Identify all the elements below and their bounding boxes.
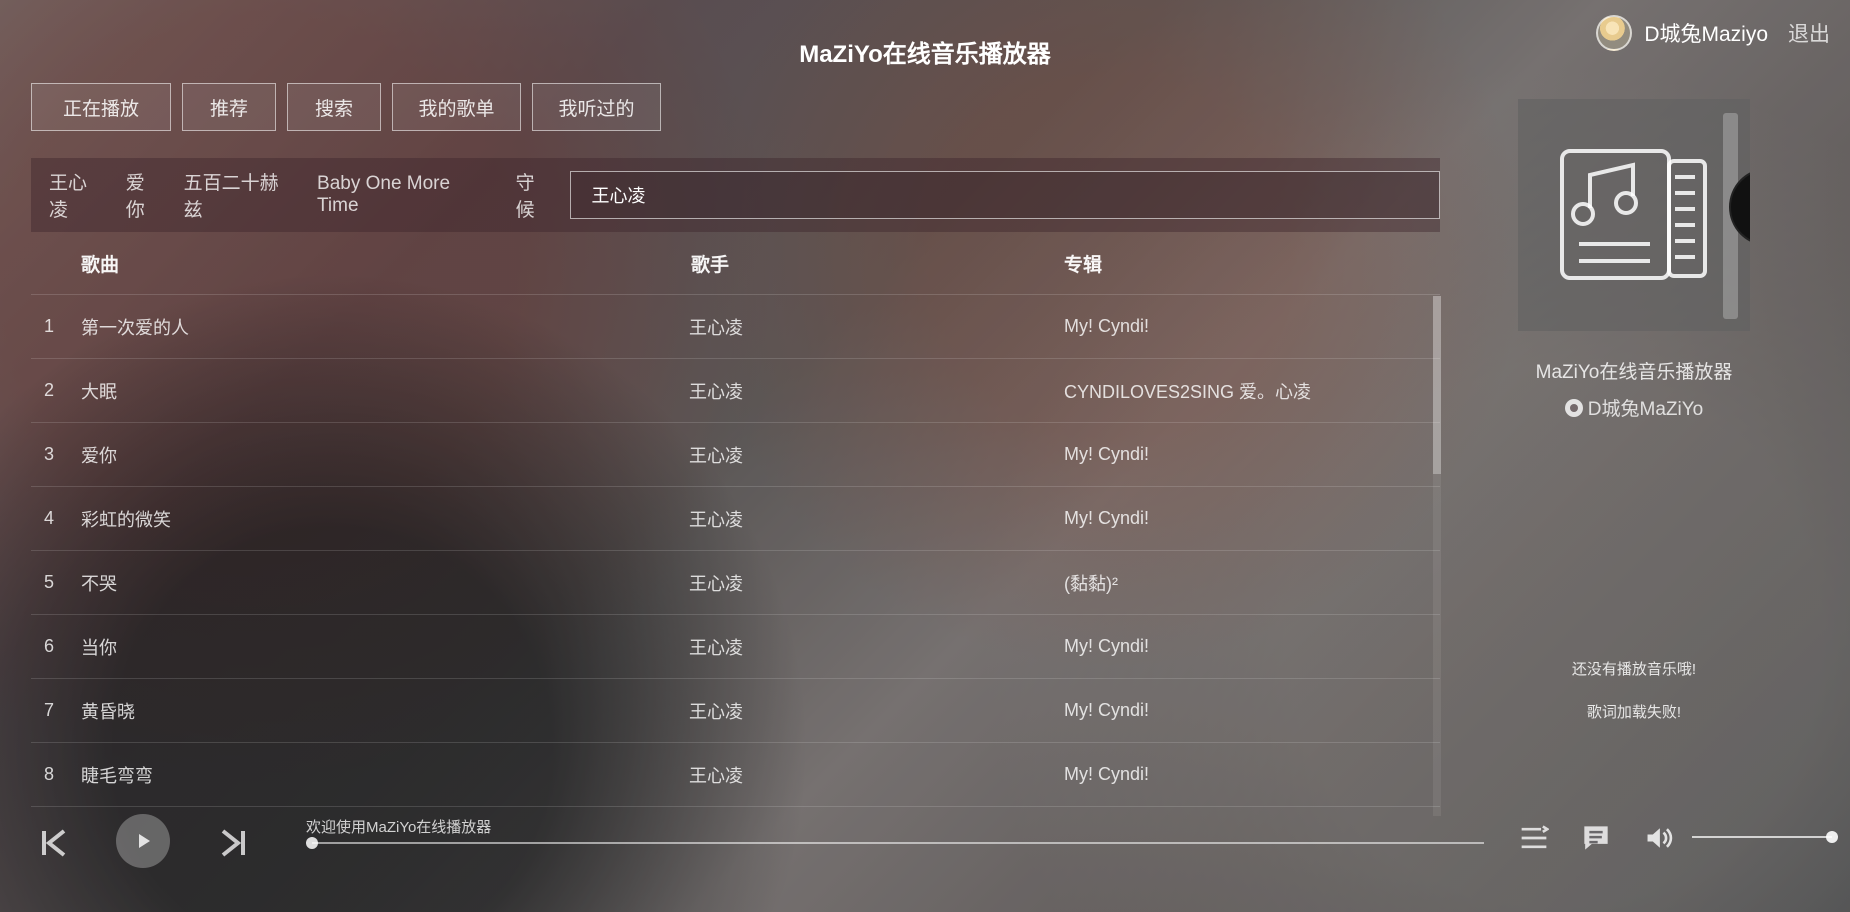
song-title[interactable]: 睫毛弯弯 (81, 762, 689, 788)
playlist-icon (1521, 825, 1549, 849)
album-name[interactable]: (黏黏)² (1064, 570, 1440, 596)
artist-name[interactable]: 王心凌 (689, 762, 1064, 788)
table-row[interactable]: 3 爱你 王心凌 My! Cyndi! (31, 423, 1440, 487)
song-column-header: 歌曲 (81, 254, 120, 276)
suggestion-shouhou[interactable]: 守候 (516, 168, 554, 222)
volume-button[interactable] (1638, 817, 1680, 859)
song-table-header: 歌曲 歌手 专辑 (31, 232, 1440, 295)
song-list-scrollbar[interactable] (1433, 296, 1441, 816)
table-row[interactable]: 8 睫毛弯弯 王心凌 My! Cyndi! (31, 743, 1440, 807)
album-name[interactable]: My! Cyndi! (1064, 636, 1440, 657)
playback-progress-knob[interactable] (306, 837, 318, 849)
user-area: D城兔Maziyo 退出 (1596, 13, 1830, 53)
table-row[interactable]: 1 第一次爱的人 王心凌 My! Cyndi! (31, 295, 1440, 359)
song-title[interactable]: 爱你 (81, 442, 689, 468)
lyrics-button[interactable] (1575, 817, 1617, 859)
play-icon (139, 834, 150, 848)
row-number: 7 (44, 700, 55, 720)
album-name[interactable]: My! Cyndi! (1064, 764, 1440, 785)
lyrics-error-message: 歌词加载失败! (1586, 704, 1682, 721)
main-tabs: 正在播放 推荐 搜索 我的歌单 我听过的 (31, 83, 661, 131)
tab-now-playing[interactable]: 正在播放 (31, 83, 171, 131)
music-document-icon (1560, 149, 1707, 280)
album-name[interactable]: My! Cyndi! (1064, 508, 1440, 529)
playback-progress-slider[interactable] (306, 837, 1484, 849)
app-title: MaZiYo在线音乐播放器 (799, 41, 1051, 68)
artist-name[interactable]: 王心凌 (689, 442, 1064, 468)
github-icon (1564, 399, 1583, 417)
album-name[interactable]: My! Cyndi! (1064, 700, 1440, 721)
row-number: 3 (44, 444, 55, 464)
table-row[interactable]: 4 彩虹的微笑 王心凌 My! Cyndi! (31, 487, 1440, 551)
song-title[interactable]: 不哭 (81, 570, 689, 596)
user-name[interactable]: D城兔Maziyo (1644, 18, 1768, 48)
song-title[interactable]: 当你 (81, 634, 689, 660)
search-input[interactable] (570, 171, 1440, 219)
artist-column-header: 歌手 (691, 254, 730, 276)
tab-history[interactable]: 我听过的 (532, 83, 661, 131)
side-panel-title: MaZiYo在线音乐播放器 (1535, 362, 1733, 383)
row-number: 1 (44, 316, 55, 336)
song-table: 歌曲 歌手 专辑 1 第一次爱的人 王心凌 My! Cyndi! 2 大眠 王心… (31, 232, 1440, 816)
player-controls: 欢迎使用MaZiYo在线播放器 (0, 805, 1850, 879)
artist-name[interactable]: 王心凌 (689, 314, 1064, 340)
tab-search[interactable]: 搜索 (287, 83, 381, 131)
artist-name[interactable]: 王心凌 (689, 634, 1064, 660)
album-column-header: 专辑 (1064, 254, 1103, 276)
no-music-message: 还没有播放音乐哦! (1571, 661, 1697, 678)
previous-icon (42, 829, 66, 857)
next-icon (221, 829, 245, 857)
previous-button[interactable] (28, 817, 80, 869)
table-row[interactable]: 7 黄昏晓 王心凌 My! Cyndi! (31, 679, 1440, 743)
search-suggestions: 王心凌 爱你 五百二十赫兹 Baby One More Time 守候 (49, 168, 553, 222)
artist-name[interactable]: 王心凌 (689, 506, 1064, 532)
playlist-button[interactable] (1513, 817, 1555, 859)
album-name[interactable]: CYNDILOVES2SING 爱。心凌 (1064, 378, 1440, 404)
row-number: 2 (44, 380, 55, 400)
user-avatar[interactable] (1596, 15, 1633, 51)
tab-my-playlists[interactable]: 我的歌单 (392, 83, 521, 131)
artist-name[interactable]: 王心凌 (689, 698, 1064, 724)
music-player-page: MaZiYo在线音乐播放器 D城兔Maziyo 退出 正在播放 推荐 搜索 我的… (0, 0, 1850, 912)
artist-name[interactable]: 王心凌 (689, 570, 1064, 596)
github-link[interactable]: D城兔MaZiYo (1518, 394, 1750, 421)
suggestion-baby-one-more-time[interactable]: Baby One More Time (317, 173, 496, 217)
logout-link[interactable]: 退出 (1788, 18, 1830, 48)
play-button[interactable] (116, 814, 170, 868)
suggestion-wang-xinling[interactable]: 王心凌 (49, 168, 106, 222)
suggestion-520-hz[interactable]: 五百二十赫兹 (184, 168, 297, 222)
tab-recommend[interactable]: 推荐 (182, 83, 276, 131)
song-title[interactable]: 黄昏晓 (81, 698, 689, 724)
player-status-text: 欢迎使用MaZiYo在线播放器 (306, 819, 492, 836)
table-row[interactable]: 6 当你 王心凌 My! Cyndi! (31, 615, 1440, 679)
row-number: 6 (44, 636, 55, 656)
row-number: 5 (44, 572, 55, 592)
album-cover-panel (1518, 99, 1750, 331)
volume-icon (1647, 828, 1673, 848)
next-button[interactable] (207, 817, 259, 869)
row-number: 8 (44, 764, 55, 784)
album-name[interactable]: My! Cyndi! (1064, 444, 1440, 465)
song-title[interactable]: 彩虹的微笑 (81, 506, 689, 532)
lyrics-icon (1584, 826, 1608, 850)
song-list-scrollbar-thumb[interactable] (1433, 296, 1441, 474)
github-name[interactable]: D城兔MaZiYo (1588, 399, 1703, 420)
album-name[interactable]: My! Cyndi! (1064, 316, 1440, 337)
artist-name[interactable]: 王心凌 (689, 378, 1064, 404)
table-row[interactable]: 2 大眠 王心凌 CYNDILOVES2SING 爱。心凌 (31, 359, 1440, 423)
table-row[interactable]: 5 不哭 王心凌 (黏黏)² (31, 551, 1440, 615)
song-title[interactable]: 大眠 (81, 378, 689, 404)
volume-knob[interactable] (1826, 831, 1838, 843)
suggestion-ai-ni[interactable]: 爱你 (126, 168, 164, 222)
row-number: 4 (44, 508, 55, 528)
volume-slider[interactable] (1692, 831, 1838, 843)
search-bar: 王心凌 爱你 五百二十赫兹 Baby One More Time 守候 (31, 158, 1440, 232)
song-title[interactable]: 第一次爱的人 (81, 314, 689, 340)
